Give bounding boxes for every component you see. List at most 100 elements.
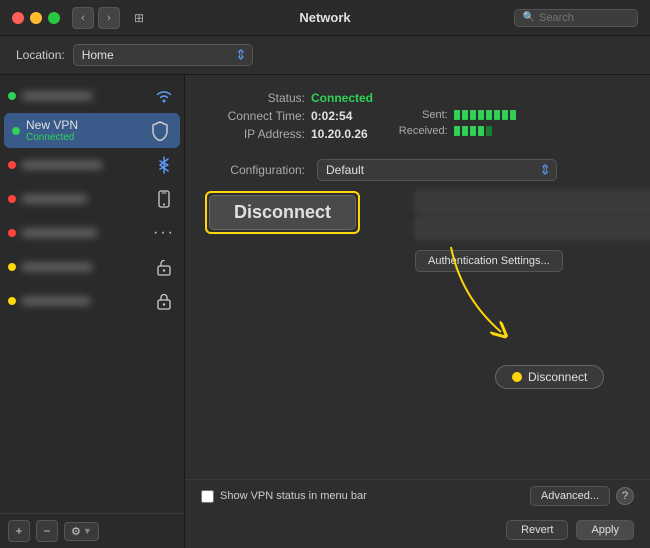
bottom-options-bar: Show VPN status in menu bar Advanced... … xyxy=(185,479,650,512)
status-dot-1 xyxy=(8,92,16,100)
sent-bar-4 xyxy=(478,110,484,120)
item-info-6 xyxy=(22,260,146,274)
item-info-5 xyxy=(22,226,146,240)
item-info-3 xyxy=(22,158,146,172)
advanced-button[interactable]: Advanced... xyxy=(530,486,610,506)
item-name-1 xyxy=(22,92,92,100)
vpn-icon xyxy=(148,119,172,143)
location-select-wrapper[interactable]: Home Work Automatic ⇕ xyxy=(73,44,253,66)
sent-bar-6 xyxy=(494,110,500,120)
config-select-wrapper[interactable]: Default Custom ⇕ xyxy=(317,159,557,181)
location-label: Location: xyxy=(16,48,65,62)
traffic-lights xyxy=(12,12,60,24)
annotation-dot-icon xyxy=(512,372,522,382)
gear-icon: ⚙ xyxy=(71,525,81,538)
close-button[interactable] xyxy=(12,12,24,24)
search-icon: 🔍 xyxy=(523,12,535,23)
sent-bar-3 xyxy=(470,110,476,120)
sent-bars xyxy=(454,110,516,120)
item-name-3 xyxy=(22,161,102,169)
received-label: Received: xyxy=(388,125,448,137)
ip-address-value: 10.20.0.26 xyxy=(311,127,368,141)
disconnect-annotation-button[interactable]: Disconnect xyxy=(495,365,604,389)
sent-bar-7 xyxy=(502,110,508,120)
add-button[interactable]: + xyxy=(8,520,30,542)
received-bars xyxy=(454,126,492,136)
gear-chevron-icon: ▼ xyxy=(83,526,92,536)
minimize-button[interactable] xyxy=(30,12,42,24)
config-label: Configuration: xyxy=(205,163,305,177)
sidebar-item-4[interactable] xyxy=(0,182,184,216)
phone-icon xyxy=(152,187,176,211)
maximize-button[interactable] xyxy=(48,12,60,24)
sent-bar-5 xyxy=(486,110,492,120)
forward-button[interactable]: › xyxy=(98,7,120,29)
sidebar-list: New VPN Connected xyxy=(0,75,184,513)
sidebar-bottom: + − ⚙ ▼ xyxy=(0,513,184,548)
sidebar-item-vpn[interactable]: New VPN Connected xyxy=(4,113,180,148)
recv-bar-4 xyxy=(478,126,484,136)
status-dot-vpn xyxy=(12,127,20,135)
main-content: New VPN Connected xyxy=(0,75,650,548)
disconnect-highlight: Disconnect xyxy=(205,191,360,234)
item-info-4 xyxy=(22,192,146,206)
apply-button[interactable]: Apply xyxy=(576,520,634,540)
server-field-2 xyxy=(415,217,650,239)
sidebar-item-7[interactable] xyxy=(0,284,184,318)
show-vpn-text: Show VPN status in menu bar xyxy=(220,490,367,502)
search-box[interactable]: 🔍 xyxy=(514,9,638,27)
recv-bar-3 xyxy=(470,126,476,136)
connect-time-label: Connect Time: xyxy=(205,109,305,123)
status-dot-6 xyxy=(8,263,16,271)
disconnect-button[interactable]: Disconnect xyxy=(209,195,356,230)
status-dot-3 xyxy=(8,161,16,169)
gear-button[interactable]: ⚙ ▼ xyxy=(64,522,99,541)
ip-address-label: IP Address: xyxy=(205,127,305,141)
status-dot-4 xyxy=(8,195,16,203)
recv-bar-1 xyxy=(454,126,460,136)
nav-buttons: ‹ › xyxy=(72,7,120,29)
disconnect-annotation-label: Disconnect xyxy=(528,370,587,384)
info-section: Status: Connected Connect Time: 0:02:54 … xyxy=(205,91,630,145)
question-button[interactable]: ? xyxy=(616,487,634,505)
sent-bar-1 xyxy=(454,110,460,120)
recv-bar-5 xyxy=(486,126,492,136)
item-info-7 xyxy=(22,294,146,308)
sidebar-item-5[interactable]: ··· xyxy=(0,216,184,250)
dots-icon: ··· xyxy=(152,221,176,245)
location-bar: Location: Home Work Automatic ⇕ xyxy=(0,36,650,75)
bluetooth-icon xyxy=(152,153,176,177)
item-name-5 xyxy=(22,229,97,237)
auth-settings-button[interactable]: Authentication Settings... xyxy=(415,250,563,272)
item-info-vpn: New VPN Connected xyxy=(26,118,142,143)
recv-bar-2 xyxy=(462,126,468,136)
bottom-right: Advanced... ? xyxy=(530,486,634,506)
show-vpn-label[interactable]: Show VPN status in menu bar xyxy=(201,490,367,503)
lock-icon xyxy=(152,289,176,313)
item-name-7 xyxy=(22,297,90,305)
sidebar-item-3[interactable] xyxy=(0,148,184,182)
status-dot-7 xyxy=(8,297,16,305)
sent-label: Sent: xyxy=(388,109,448,121)
revert-button[interactable]: Revert xyxy=(506,520,568,540)
sidebar: New VPN Connected xyxy=(0,75,185,548)
config-select[interactable]: Default Custom xyxy=(317,159,557,181)
back-button[interactable]: ‹ xyxy=(72,7,94,29)
search-input[interactable] xyxy=(539,12,629,24)
grid-button[interactable]: ⊞ xyxy=(128,7,150,29)
status-label: Status: xyxy=(205,91,305,105)
sent-bar-8 xyxy=(510,110,516,120)
status-dot-5 xyxy=(8,229,16,237)
show-vpn-checkbox[interactable] xyxy=(201,490,214,503)
remove-button[interactable]: − xyxy=(36,520,58,542)
sidebar-item-1[interactable] xyxy=(0,79,184,113)
sidebar-item-6[interactable] xyxy=(0,250,184,284)
connect-time-row: Connect Time: 0:02:54 xyxy=(205,109,368,123)
sent-bar-2 xyxy=(462,110,468,120)
status-row: Status: Connected xyxy=(205,91,630,105)
item-info-1 xyxy=(22,89,146,103)
server-fields xyxy=(415,191,650,243)
location-select[interactable]: Home Work Automatic xyxy=(73,44,253,66)
item-subtitle-vpn: Connected xyxy=(26,132,142,143)
revert-apply-bar: Revert Apply xyxy=(490,512,650,548)
